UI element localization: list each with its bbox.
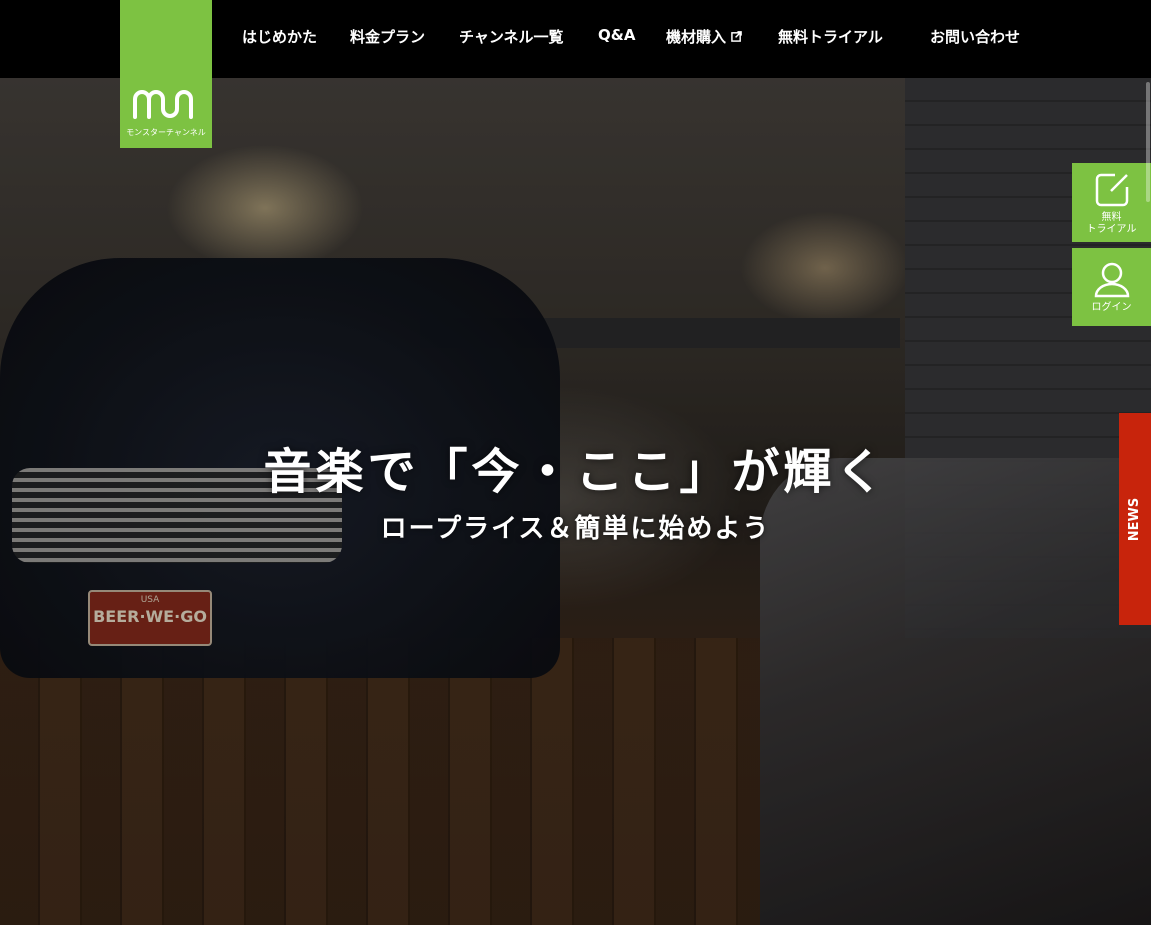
nav-channel-list[interactable]: チャンネル一覧	[459, 26, 564, 47]
nav-qa[interactable]: Q&A	[598, 26, 635, 44]
external-link-icon	[731, 31, 742, 42]
scrollbar[interactable]	[1145, 78, 1151, 925]
login-button[interactable]: ログイン	[1072, 248, 1151, 326]
free-trial-label: 無料 トライアル	[1086, 212, 1137, 235]
nav-contact[interactable]: お問い合わせ	[930, 26, 1020, 47]
hero-headline: 音楽で「今・ここ」が輝く	[263, 444, 888, 500]
edit-icon	[1095, 173, 1128, 207]
nav-pricing[interactable]: 料金プラン	[350, 26, 425, 47]
scrollbar-thumb[interactable]	[1146, 82, 1150, 202]
nav-equipment[interactable]: 機材購入	[666, 26, 742, 47]
monster-logo-icon	[133, 90, 193, 119]
user-icon	[1094, 262, 1129, 298]
logo-text: モンスターチャンネル	[126, 128, 206, 137]
hero-subline: ロープライス＆簡単に始めよう	[380, 514, 771, 544]
site-logo[interactable]: モンスターチャンネル	[120, 0, 212, 148]
news-label: NEWS	[1127, 497, 1143, 541]
nav-getting-started[interactable]: はじめかた	[242, 26, 317, 47]
free-trial-button[interactable]: 無料 トライアル	[1072, 163, 1151, 242]
nav-free-trial[interactable]: 無料トライアル	[778, 26, 883, 47]
login-label: ログイン	[1091, 302, 1132, 313]
nav-equipment-label: 機材購入	[666, 28, 727, 46]
